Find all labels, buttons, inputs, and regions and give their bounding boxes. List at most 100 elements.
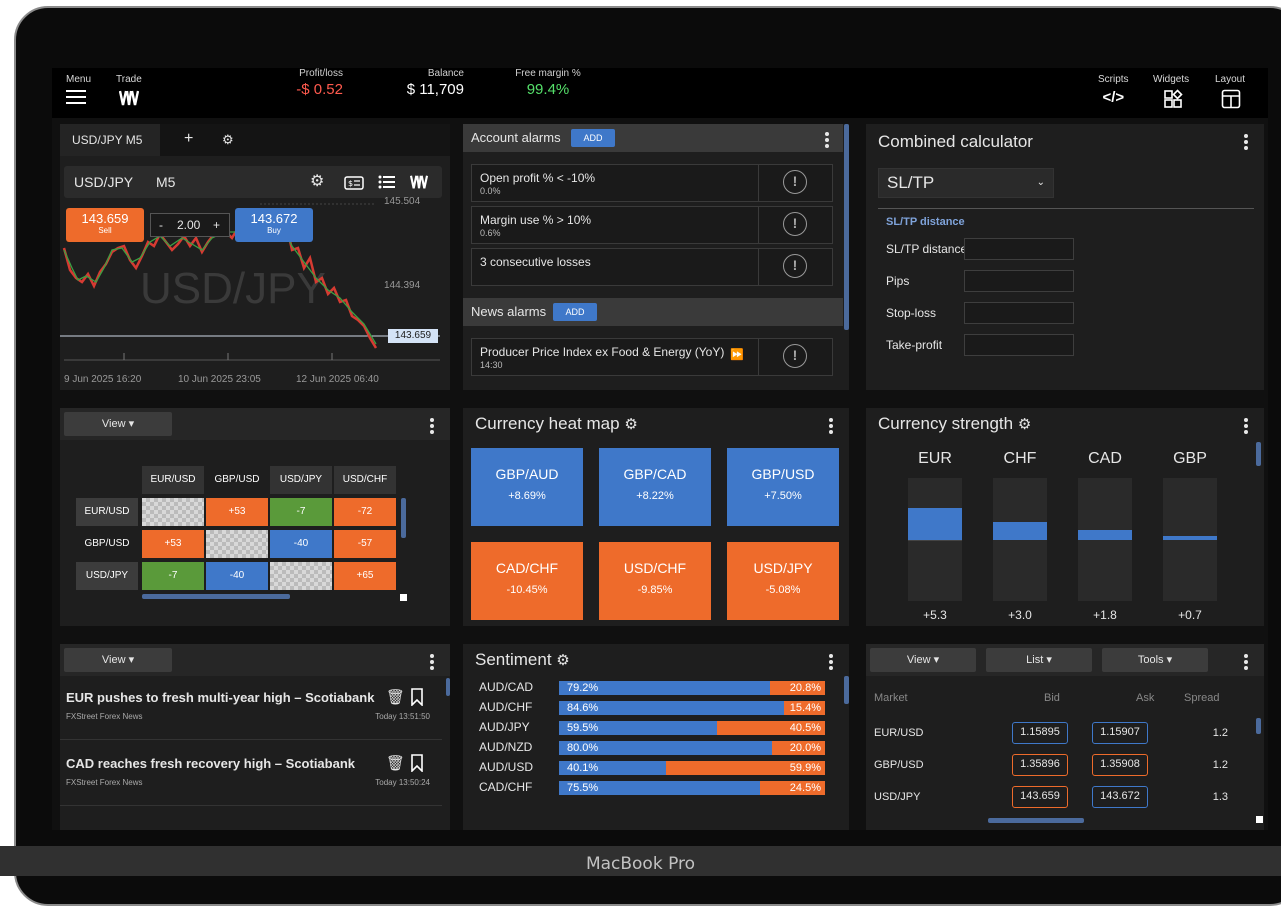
gear-icon[interactable]: ⚙	[310, 166, 324, 198]
qty-plus[interactable]: +	[213, 218, 220, 232]
horizontal-scrollbar[interactable]	[988, 818, 1084, 823]
corr-cell[interactable]: -7	[270, 498, 332, 526]
alarm-status[interactable]: !	[758, 249, 832, 285]
scripts-button[interactable]: Scripts </>	[1098, 74, 1129, 106]
heat-tile[interactable]: GBP/CAD +8.22%	[599, 448, 711, 526]
heat-tile[interactable]: GBP/USD +7.50%	[727, 448, 839, 526]
alarm-item[interactable]: 3 consecutive losses !	[471, 248, 833, 286]
bid-column-header[interactable]: Bid	[1044, 692, 1060, 704]
vertical-scrollbar[interactable]	[1256, 718, 1261, 734]
buy-button[interactable]: 143.672 Buy	[235, 208, 313, 242]
market-row[interactable]: GBP/USD 1.35896 1.35908 1.2	[866, 750, 1246, 780]
resize-handle[interactable]	[1256, 816, 1263, 823]
trash-icon[interactable]: 🗑	[386, 688, 405, 706]
quantity-stepper[interactable]: - 2.00 +	[150, 213, 230, 237]
corr-cell[interactable]: -57	[334, 530, 396, 558]
ask-column-header[interactable]: Ask	[1136, 692, 1154, 704]
market-row[interactable]: EUR/USD 1.15895 1.15907 1.2	[866, 718, 1246, 748]
corr-cell[interactable]: -40	[206, 562, 268, 590]
heat-tile[interactable]: USD/JPY -5.08%	[727, 542, 839, 620]
kebab-menu-icon[interactable]	[829, 418, 833, 436]
stop-loss-input[interactable]	[964, 302, 1074, 324]
corr-cell[interactable]: +65	[334, 562, 396, 590]
list-dropdown[interactable]: List ▾	[986, 648, 1092, 672]
corr-cell[interactable]	[206, 530, 268, 558]
news-item[interactable]: EUR pushes to fresh multi-year high – Sc…	[60, 676, 442, 740]
sltp-distance-input[interactable]	[964, 238, 1074, 260]
layout-button[interactable]: Layout	[1215, 74, 1245, 109]
news-item[interactable]: CAD reaches fresh recovery high – Scotia…	[60, 742, 442, 806]
kebab-menu-icon[interactable]	[1244, 418, 1248, 436]
news-alarm-item[interactable]: Producer Price Index ex Food & Energy (Y…	[471, 338, 833, 376]
kebab-menu-icon[interactable]	[1244, 134, 1248, 152]
sell-button[interactable]: 143.659 Sell	[66, 208, 144, 242]
tools-dropdown[interactable]: Tools ▾	[1102, 648, 1208, 672]
scrollbar[interactable]	[446, 678, 450, 696]
alarm-status[interactable]: !	[758, 339, 832, 375]
vertical-scrollbar[interactable]	[401, 498, 406, 538]
kebab-menu-icon[interactable]	[829, 654, 833, 672]
scrollbar[interactable]	[844, 124, 849, 330]
trash-icon[interactable]: 🗑	[386, 754, 405, 772]
alarm-item[interactable]: Margin use % > 10% 0.6% !	[471, 206, 833, 244]
resize-handle[interactable]	[400, 594, 407, 601]
add-news-alarm-button[interactable]: ADD	[553, 303, 597, 321]
alarm-status[interactable]: !	[758, 165, 832, 201]
alarm-status[interactable]: !	[758, 207, 832, 243]
corr-cell[interactable]: +53	[206, 498, 268, 526]
ask-price[interactable]: 1.15907	[1092, 722, 1148, 744]
corr-cell[interactable]: -40	[270, 530, 332, 558]
view-dropdown[interactable]: View ▾	[64, 648, 172, 672]
news-headline[interactable]: EUR pushes to fresh multi-year high – Sc…	[66, 690, 374, 705]
corr-cell[interactable]	[142, 498, 204, 526]
bid-price[interactable]: 1.15895	[1012, 722, 1068, 744]
gear-icon[interactable]: ⚙	[1018, 416, 1031, 433]
heat-tile[interactable]: CAD/CHF -10.45%	[471, 542, 583, 620]
take-profit-input[interactable]	[964, 334, 1074, 356]
corr-cell[interactable]: -7	[142, 562, 204, 590]
scrollbar[interactable]	[1256, 442, 1261, 466]
list-icon[interactable]	[378, 174, 396, 192]
market-column-header[interactable]: Market	[874, 692, 908, 704]
gear-icon[interactable]: ⚙	[556, 652, 569, 669]
widgets-button[interactable]: Widgets	[1153, 74, 1189, 109]
view-dropdown[interactable]: View ▾	[64, 412, 172, 436]
corr-cell[interactable]: -72	[334, 498, 396, 526]
fast-forward-icon[interactable]: ⏩	[730, 348, 744, 361]
kebab-menu-icon[interactable]	[825, 132, 829, 150]
heat-tile[interactable]: USD/CHF -9.85%	[599, 542, 711, 620]
chart-timeframe[interactable]: M5	[156, 166, 175, 198]
scrollbar[interactable]	[844, 676, 849, 704]
calc-mode-select[interactable]: SL/TP ⌄	[878, 168, 1054, 198]
ask-price[interactable]: 143.672	[1092, 786, 1148, 808]
kebab-menu-icon[interactable]	[430, 418, 434, 436]
spread-column-header[interactable]: Spread	[1184, 692, 1219, 704]
chart-symbol[interactable]: USD/JPY	[74, 166, 133, 198]
news-headline[interactable]: CAD reaches fresh recovery high – Scotia…	[66, 756, 355, 771]
add-tab-icon[interactable]: +	[184, 130, 193, 148]
market-row[interactable]: USD/JPY 143.659 143.672 1.3	[866, 782, 1246, 812]
view-dropdown[interactable]: View ▾	[870, 648, 976, 672]
order-ticket-icon[interactable]: $	[344, 176, 364, 190]
alarm-item[interactable]: Open profit % < -10% 0.0% !	[471, 164, 833, 202]
bookmark-icon[interactable]	[410, 754, 424, 772]
qty-minus[interactable]: -	[159, 218, 163, 232]
bookmark-icon[interactable]	[410, 688, 424, 706]
tab-usdjpy-m5[interactable]: USD/JPY M5	[60, 124, 160, 156]
horizontal-scrollbar[interactable]	[142, 594, 290, 599]
kebab-menu-icon[interactable]	[1244, 654, 1248, 672]
trade-button[interactable]: Trade	[116, 74, 142, 107]
corr-cell[interactable]: +53	[142, 530, 204, 558]
heat-tile[interactable]: GBP/AUD +8.69%	[471, 448, 583, 526]
ask-price[interactable]: 1.35908	[1092, 754, 1148, 776]
qty-value[interactable]: 2.00	[177, 218, 200, 232]
gear-icon[interactable]: ⚙	[624, 416, 637, 433]
add-account-alarm-button[interactable]: ADD	[571, 129, 615, 147]
menu-button[interactable]: Menu	[66, 74, 91, 105]
corr-cell[interactable]	[270, 562, 332, 590]
pips-input[interactable]	[964, 270, 1074, 292]
kebab-menu-icon[interactable]	[430, 654, 434, 672]
bid-price[interactable]: 143.659	[1012, 786, 1068, 808]
chart-settings-icon[interactable]: ⚙	[222, 132, 234, 148]
bid-price[interactable]: 1.35896	[1012, 754, 1068, 776]
